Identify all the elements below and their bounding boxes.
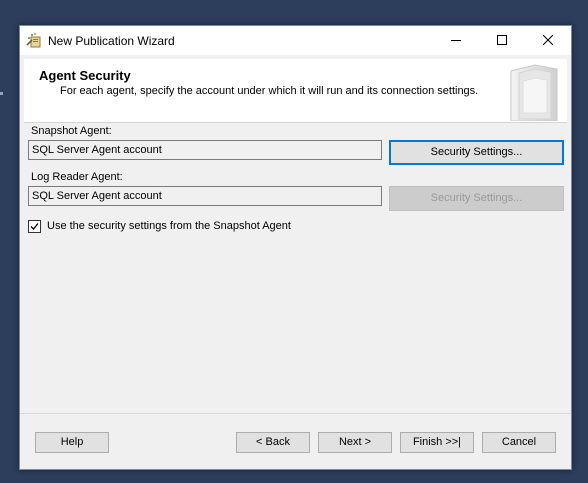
wizard-header-graphic <box>505 61 565 122</box>
wizard-window: New Publication Wizard Agent Security Fo… <box>19 25 572 470</box>
maximize-icon <box>497 35 507 45</box>
window-title: New Publication Wizard <box>48 34 175 48</box>
snapshot-security-settings-button[interactable]: Security Settings... <box>389 140 564 165</box>
maximize-button[interactable] <box>479 26 525 55</box>
use-snapshot-settings-checkbox[interactable] <box>28 220 41 233</box>
help-button[interactable]: Help <box>35 432 109 453</box>
close-button[interactable] <box>525 26 571 55</box>
log-reader-agent-account-field: SQL Server Agent account <box>28 186 382 206</box>
log-reader-security-settings-button[interactable]: Security Settings... <box>389 186 564 211</box>
close-icon <box>543 35 553 45</box>
minimize-button[interactable] <box>433 26 479 55</box>
finish-button[interactable]: Finish >>| <box>400 432 474 453</box>
use-snapshot-settings-label[interactable]: Use the security settings from the Snaps… <box>47 220 291 232</box>
page-description: For each agent, specify the account unde… <box>60 85 479 97</box>
footer-divider <box>20 413 571 414</box>
title-bar[interactable]: New Publication Wizard <box>20 26 571 55</box>
wizard-app-icon <box>26 32 42 48</box>
next-button[interactable]: Next > <box>318 432 392 453</box>
checkmark-icon <box>30 223 39 230</box>
snapshot-agent-label: Snapshot Agent: <box>31 125 112 137</box>
cancel-button[interactable]: Cancel <box>482 432 556 453</box>
minimize-icon <box>451 40 461 41</box>
desktop-edge-mark <box>0 92 3 95</box>
page-title: Agent Security <box>39 68 131 83</box>
snapshot-agent-account-field: SQL Server Agent account <box>28 140 382 160</box>
back-button[interactable]: < Back <box>236 432 310 453</box>
log-reader-agent-label: Log Reader Agent: <box>31 171 123 183</box>
wizard-header: Agent Security For each agent, specify t… <box>24 59 567 123</box>
